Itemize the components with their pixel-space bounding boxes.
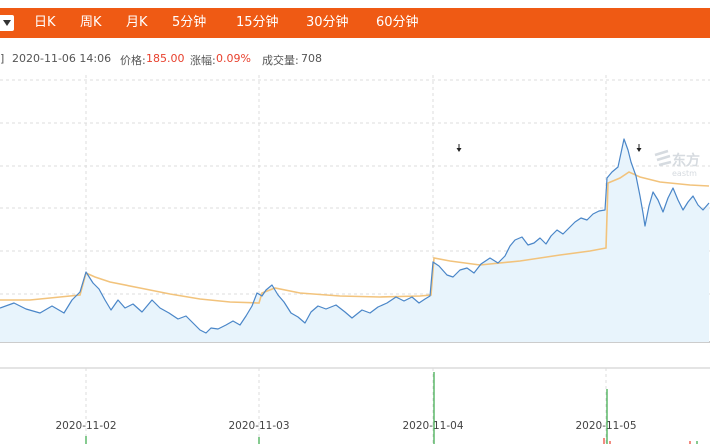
x-tick-label: 2020-11-04 (402, 420, 463, 432)
tab-60min[interactable]: 60分钟 (376, 8, 419, 38)
volume-bar (606, 389, 608, 444)
price-area-fill (0, 139, 709, 342)
change-label: 涨幅: (190, 54, 216, 67)
tab-monthly-k[interactable]: 月K (126, 8, 148, 38)
tab-daily-k[interactable]: 日K (34, 8, 56, 38)
edge-mark: ] (0, 52, 5, 65)
event-marker-icon[interactable] (456, 144, 462, 152)
volume-bar (258, 437, 260, 444)
volume-bar (433, 372, 435, 444)
price-label: 价格: (120, 54, 146, 67)
period-tab-bar: 日K 周K 月K 5分钟 15分钟 30分钟 60分钟 (0, 8, 710, 38)
watermark-cn: 东方 (672, 152, 700, 169)
watermark-en: eastm (672, 169, 697, 178)
volume-bar (603, 438, 605, 444)
x-tick-label: 2020-11-02 (55, 420, 116, 432)
volume-bar (85, 436, 87, 444)
x-tick-label: 2020-11-05 (575, 420, 636, 432)
change-value: 0.09% (216, 52, 251, 65)
eastmoney-watermark: 东方 eastm (654, 149, 700, 178)
intraday-chart[interactable]: 东方 eastm 2020-11-02 2020-11-03 2020-11-0… (0, 70, 710, 444)
x-axis-labels: 2020-11-02 2020-11-03 2020-11-04 2020-11… (55, 420, 636, 432)
tab-30min[interactable]: 30分钟 (306, 8, 349, 38)
event-markers (456, 144, 642, 152)
period-dropdown-button[interactable] (0, 15, 14, 31)
price-value: 185.00 (146, 52, 185, 65)
quote-datetime: 2020-11-06 14:06 (12, 52, 112, 65)
quote-info-bar: ] 2020-11-06 14:06 价格: 185.00 涨幅: 0.09% … (0, 50, 710, 68)
watermark-logo-icon (654, 149, 672, 167)
chevron-down-icon (3, 20, 11, 26)
volume-value: 708 (301, 52, 322, 65)
x-tick-label: 2020-11-03 (228, 420, 289, 432)
tab-weekly-k[interactable]: 周K (80, 8, 102, 38)
volume-label: 成交量: (262, 54, 299, 67)
tab-15min[interactable]: 15分钟 (236, 8, 279, 38)
event-marker-icon[interactable] (636, 144, 642, 152)
tab-5min[interactable]: 5分钟 (172, 8, 206, 38)
